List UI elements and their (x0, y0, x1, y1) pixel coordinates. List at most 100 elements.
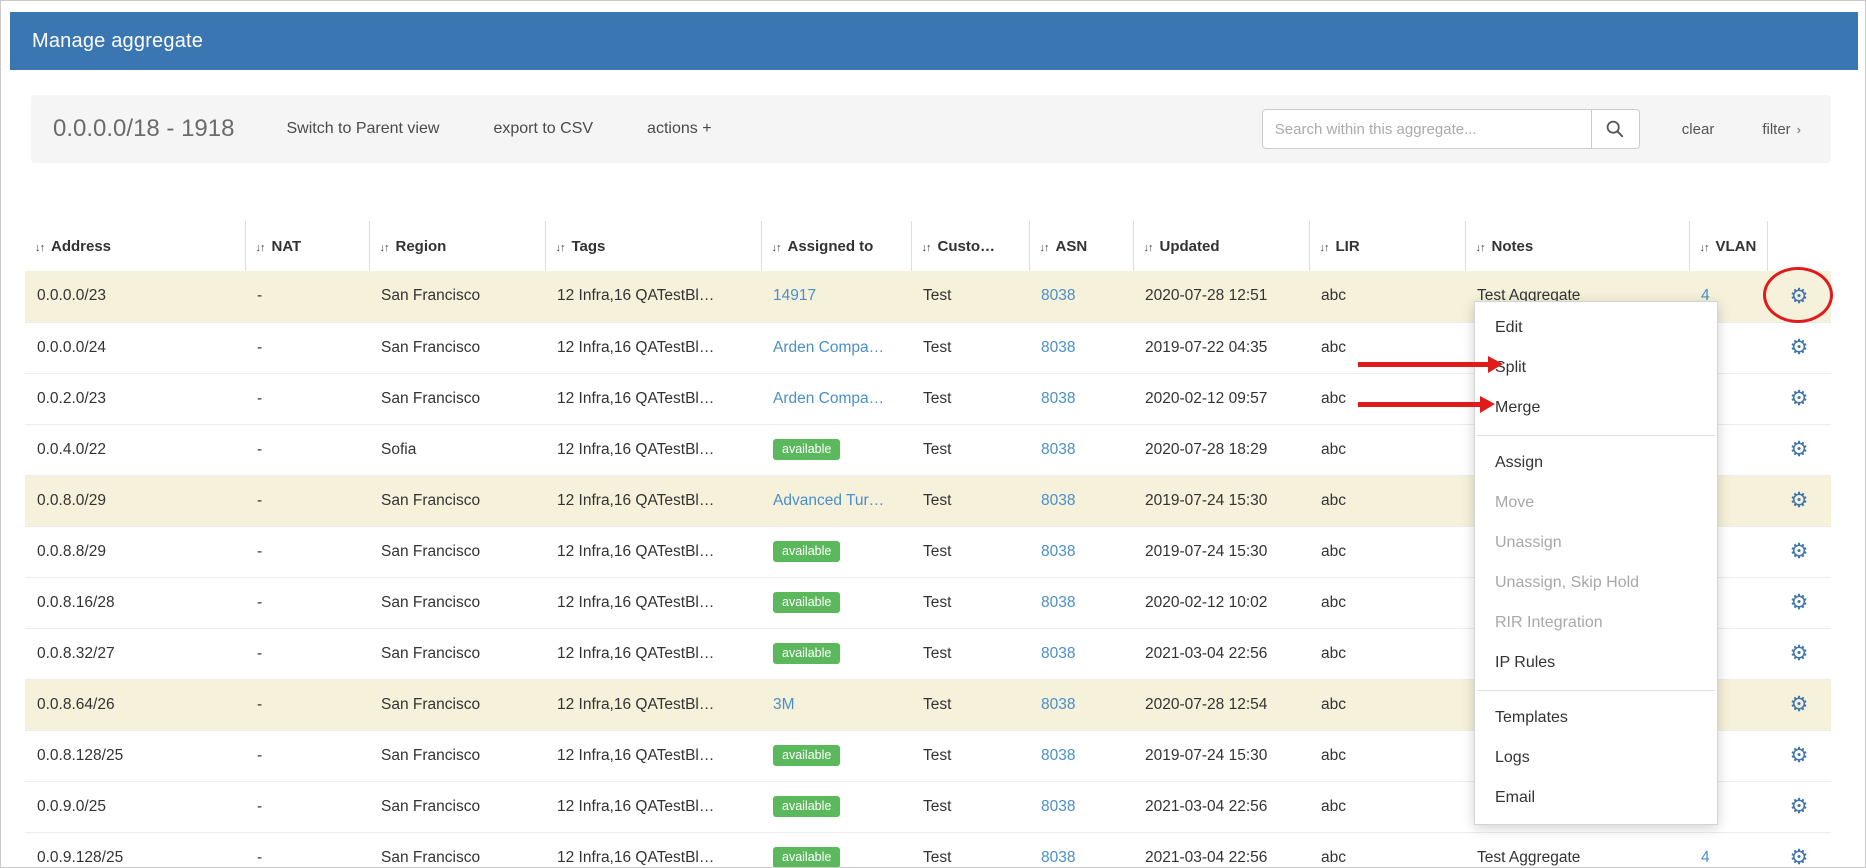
column-header-vlan[interactable]: ↓↑VLAN (1689, 221, 1767, 271)
asn-link[interactable]: 8038 (1041, 849, 1075, 866)
assigned-to-link[interactable]: Arden Compa… (773, 390, 884, 407)
row-actions-gear-icon[interactable]: ⚙ (1790, 285, 1809, 308)
menu-item-templates[interactable]: Templates (1475, 698, 1717, 738)
assigned-to-link[interactable]: Arden Compa… (773, 339, 884, 356)
asn-link[interactable]: 8038 (1041, 798, 1075, 815)
asn-link[interactable]: 8038 (1041, 287, 1075, 304)
cell-lir: abc (1309, 322, 1465, 373)
cell-updated: 2021-03-04 22:56 (1133, 781, 1309, 832)
asn-link[interactable]: 8038 (1041, 543, 1075, 560)
cell-updated: 2020-07-28 12:54 (1133, 679, 1309, 730)
column-header-address[interactable]: ↓↑Address (25, 221, 245, 271)
cell-region: San Francisco (369, 781, 545, 832)
menu-item-unassign: Unassign (1475, 523, 1717, 563)
cell-tags: 12 Infra,16 QATestBl… (545, 577, 761, 628)
menu-item-split[interactable]: Split (1475, 348, 1717, 388)
menu-item-unassign-skip-hold: Unassign, Skip Hold (1475, 563, 1717, 603)
cell-vlan: 4 (1689, 832, 1767, 868)
cell-tags: 12 Infra,16 QATestBl… (545, 475, 761, 526)
sort-icon: ↓↑ (35, 242, 44, 254)
cell-nat: - (245, 526, 369, 577)
available-badge: available (773, 643, 840, 664)
asn-link[interactable]: 8038 (1041, 696, 1075, 713)
row-actions-gear-icon[interactable]: ⚙ (1790, 489, 1809, 512)
cell-address: 0.0.0.0/23 (25, 271, 245, 322)
cell-nat: - (245, 373, 369, 424)
cell-updated: 2020-07-28 12:51 (1133, 271, 1309, 322)
cell-address: 0.0.8.64/26 (25, 679, 245, 730)
row-actions-gear-icon[interactable]: ⚙ (1790, 591, 1809, 614)
search-button[interactable] (1592, 109, 1640, 149)
menu-item-assign[interactable]: Assign (1475, 443, 1717, 483)
asn-link[interactable]: 8038 (1041, 747, 1075, 764)
assigned-to-link[interactable]: 3M (773, 696, 795, 713)
menu-item-ip-rules[interactable]: IP Rules (1475, 643, 1717, 683)
asn-link[interactable]: 8038 (1041, 441, 1075, 458)
cell-updated: 2020-02-12 09:57 (1133, 373, 1309, 424)
column-header-updated[interactable]: ↓↑Updated (1133, 221, 1309, 271)
sort-icon: ↓↑ (556, 242, 565, 254)
asn-link[interactable]: 8038 (1041, 594, 1075, 611)
row-actions-gear-icon[interactable]: ⚙ (1790, 336, 1809, 359)
assigned-to-link[interactable]: Advanced Tur… (773, 492, 884, 509)
menu-item-email[interactable]: Email (1475, 778, 1717, 818)
asn-link[interactable]: 8038 (1041, 645, 1075, 662)
row-actions-gear-icon[interactable]: ⚙ (1790, 744, 1809, 767)
clear-link[interactable]: clear (1682, 121, 1715, 138)
cell-address: 0.0.4.0/22 (25, 424, 245, 475)
row-actions-context-menu: EditSplitMergeAssignMoveUnassignUnassign… (1474, 301, 1718, 825)
row-actions-gear-icon[interactable]: ⚙ (1790, 540, 1809, 563)
cell-region: San Francisco (369, 832, 545, 868)
row-actions-gear-icon[interactable]: ⚙ (1790, 693, 1809, 716)
cell-actions: ⚙ (1767, 424, 1831, 475)
cell-nat: - (245, 679, 369, 730)
cell-assigned-to: Arden Compa… (761, 373, 911, 424)
cell-lir: abc (1309, 781, 1465, 832)
cell-region: Sofia (369, 424, 545, 475)
cell-region: San Francisco (369, 628, 545, 679)
row-actions-gear-icon[interactable]: ⚙ (1790, 795, 1809, 818)
column-label: Custo… (938, 238, 996, 255)
search-input[interactable] (1262, 109, 1592, 149)
sort-icon: ↓↑ (772, 242, 781, 254)
column-header-custo-[interactable]: ↓↑Custo… (911, 221, 1029, 271)
export-csv-link[interactable]: export to CSV (493, 120, 593, 138)
column-header-assigned-to[interactable]: ↓↑Assigned to (761, 221, 911, 271)
cell-asn: 8038 (1029, 730, 1133, 781)
cell-assigned-to: available (761, 577, 911, 628)
cell-customer: Test (911, 271, 1029, 322)
cell-asn: 8038 (1029, 424, 1133, 475)
row-actions-gear-icon[interactable]: ⚙ (1790, 846, 1809, 868)
cell-region: San Francisco (369, 577, 545, 628)
search-group (1262, 109, 1640, 149)
menu-item-merge[interactable]: Merge (1475, 388, 1717, 428)
column-header-lir[interactable]: ↓↑LIR (1309, 221, 1465, 271)
assigned-to-link[interactable]: 14917 (773, 287, 816, 304)
column-header-asn[interactable]: ↓↑ASN (1029, 221, 1133, 271)
asn-link[interactable]: 8038 (1041, 492, 1075, 509)
actions-menu-link[interactable]: actions + (647, 120, 711, 138)
cell-updated: 2020-07-28 18:29 (1133, 424, 1309, 475)
column-header-nat[interactable]: ↓↑NAT (245, 221, 369, 271)
switch-parent-view-link[interactable]: Switch to Parent view (286, 120, 439, 138)
sort-icon: ↓↑ (1476, 242, 1485, 254)
cell-region: San Francisco (369, 322, 545, 373)
vlan-link[interactable]: 4 (1701, 849, 1710, 866)
row-actions-gear-icon[interactable]: ⚙ (1790, 438, 1809, 461)
asn-link[interactable]: 8038 (1041, 390, 1075, 407)
column-header-region[interactable]: ↓↑Region (369, 221, 545, 271)
column-label: ASN (1056, 238, 1088, 255)
cell-lir: abc (1309, 832, 1465, 868)
cell-actions: ⚙ (1767, 628, 1831, 679)
filter-link[interactable]: filter› (1762, 121, 1801, 138)
menu-item-logs[interactable]: Logs (1475, 738, 1717, 778)
column-header-tags[interactable]: ↓↑Tags (545, 221, 761, 271)
column-label: Notes (1492, 238, 1534, 255)
row-actions-gear-icon[interactable]: ⚙ (1790, 642, 1809, 665)
column-label: LIR (1336, 238, 1360, 255)
menu-item-edit[interactable]: Edit (1475, 308, 1717, 348)
cell-lir: abc (1309, 730, 1465, 781)
column-header-notes[interactable]: ↓↑ Notes (1465, 221, 1689, 271)
row-actions-gear-icon[interactable]: ⚙ (1790, 387, 1809, 410)
asn-link[interactable]: 8038 (1041, 339, 1075, 356)
